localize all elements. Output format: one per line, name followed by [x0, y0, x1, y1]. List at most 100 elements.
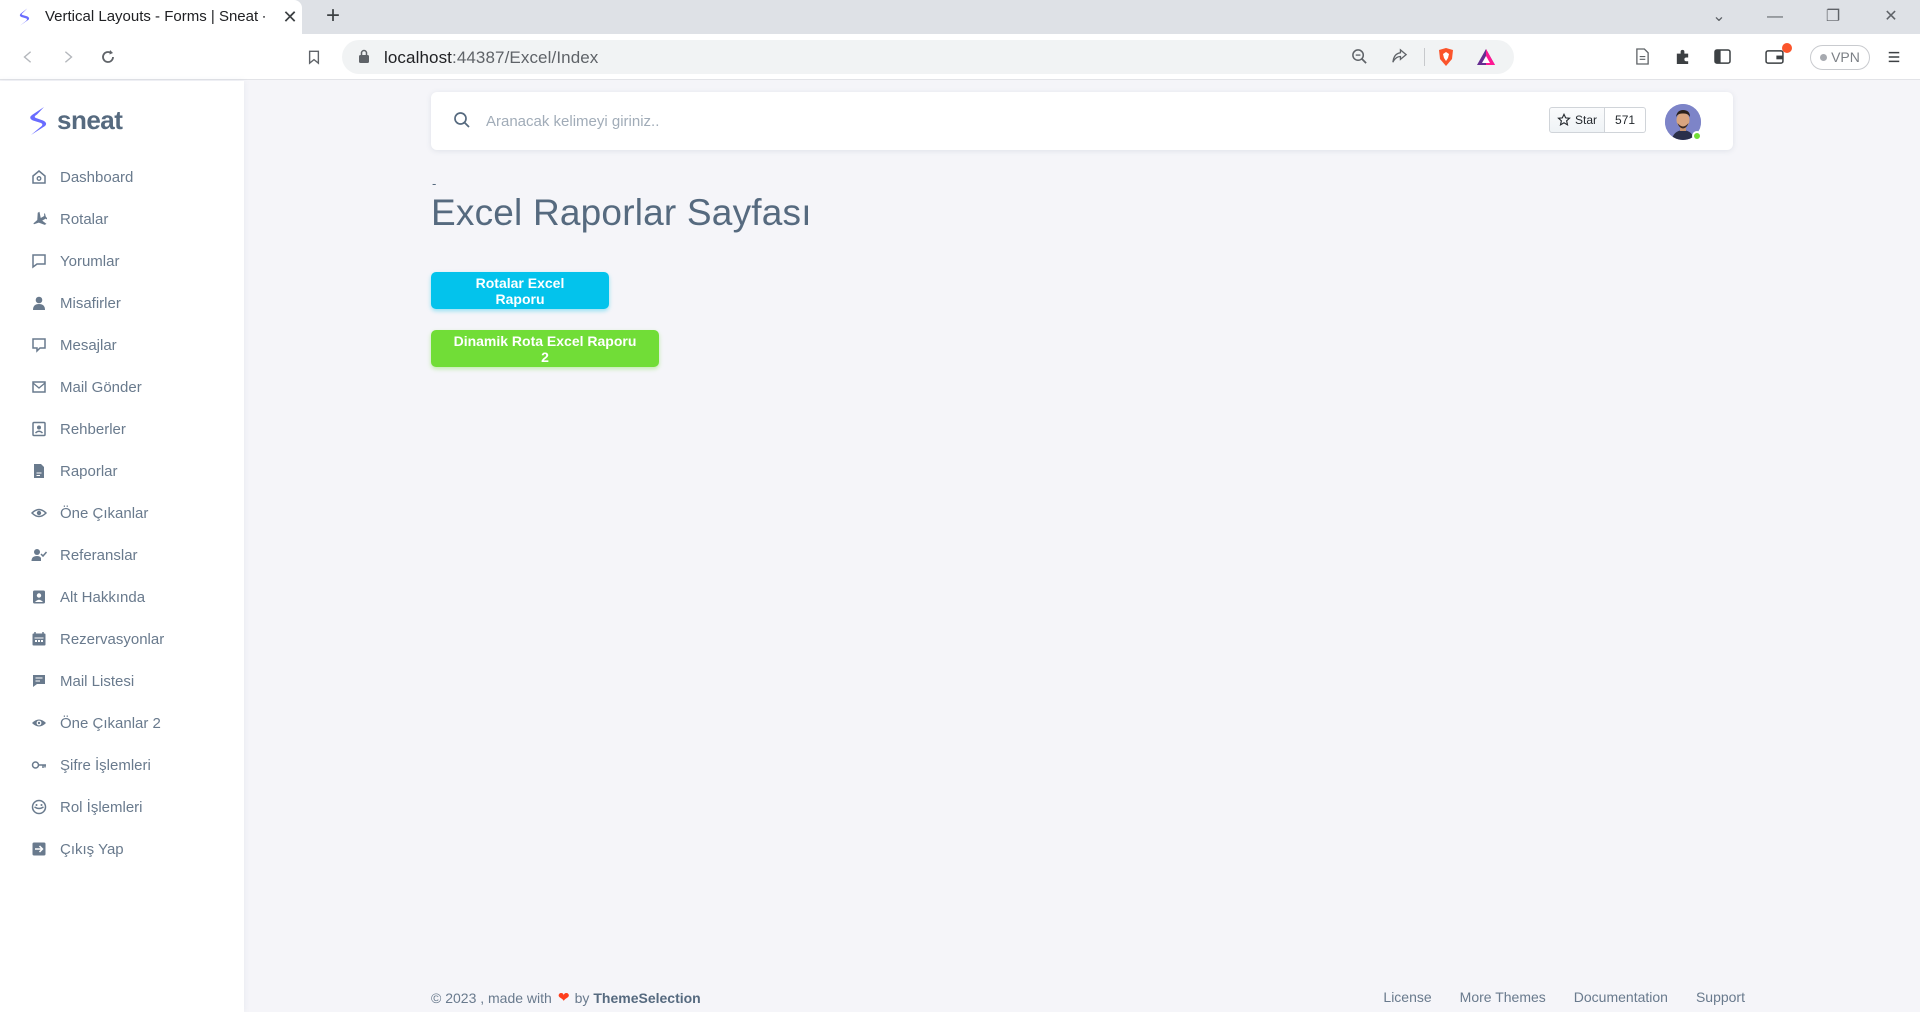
sidebar-item-label: Raporlar	[60, 462, 118, 480]
search-icon	[454, 112, 470, 128]
sidebar-item-label: Alt Hakkında	[60, 588, 146, 606]
browser-tab-bar: Vertical Layouts - Forms | Sneat - ✕ + ⌄…	[0, 0, 1920, 34]
sidebar-item-label: Rol İşlemleri	[60, 798, 143, 816]
footer-link-documentation[interactable]: Documentation	[1574, 989, 1668, 1005]
sidebar-item-label: Çıkış Yap	[60, 840, 124, 858]
browser-toolbar: localhost:44387/Excel/Index VPN	[0, 34, 1920, 80]
user-box-icon	[30, 588, 48, 606]
sidebar-item-label: Rotalar	[60, 210, 109, 228]
footer: © 2023 , made with ❤ by ThemeSelection L…	[431, 989, 1745, 1011]
user-check-icon	[30, 546, 48, 564]
file-icon	[30, 462, 48, 480]
online-status-dot	[1692, 131, 1702, 141]
sidebar: sneat Dashboard Rotalar Yorumlar Misafir…	[0, 81, 244, 1012]
footer-links: License More Themes Documentation Suppor…	[1355, 989, 1745, 1005]
sneat-favicon-icon	[19, 8, 30, 26]
sidebar-item-label: Yorumlar	[60, 252, 120, 270]
tab-title: Vertical Layouts - Forms | Sneat -	[45, 8, 265, 25]
browser-menu-icon[interactable]	[1880, 43, 1908, 71]
heart-icon: ❤	[557, 989, 570, 1005]
new-tab-button[interactable]: +	[320, 4, 346, 30]
page-title: Excel Raporlar Sayfası	[431, 192, 812, 233]
address-bar[interactable]: localhost:44387/Excel/Index	[342, 40, 1514, 74]
sidebar-item-mesajlar[interactable]: Mesajlar	[0, 324, 244, 366]
minimize-icon[interactable]: —	[1762, 4, 1788, 30]
comment-icon	[30, 252, 48, 270]
tab-close-icon[interactable]: ✕	[280, 7, 300, 27]
reader-mode-icon[interactable]	[1628, 43, 1656, 71]
sidebar-menu: Dashboard Rotalar Yorumlar Misafirler Me…	[0, 156, 244, 870]
window-close-icon[interactable]: ✕	[1878, 4, 1904, 30]
sidebar-item-one-cikanlar-2[interactable]: Öne Çıkanlar 2	[0, 702, 244, 744]
sneat-logo-icon	[30, 106, 47, 135]
vpn-status-dot	[1820, 54, 1828, 61]
extensions-icon[interactable]	[1668, 43, 1696, 71]
sidebar-item-rotalar[interactable]: Rotalar	[0, 198, 244, 240]
footer-link-support[interactable]: Support	[1696, 989, 1745, 1005]
vpn-label: VPN	[1831, 49, 1860, 65]
sidebar-item-rezervasyonlar[interactable]: Rezervasyonlar	[0, 618, 244, 660]
sidebar-item-label: Şifre İşlemleri	[60, 756, 151, 774]
sidebar-item-misafirler[interactable]: Misafirler	[0, 282, 244, 324]
forward-icon[interactable]	[54, 43, 82, 71]
omnibox-divider	[1424, 48, 1425, 66]
sidebar-item-label: Mesajlar	[60, 336, 117, 354]
eye-filled-icon	[30, 714, 48, 732]
dynamic-route-excel-report-button[interactable]: Dinamik Rota Excel Raporu 2	[431, 330, 659, 367]
sidebar-item-rehberler[interactable]: Rehberler	[0, 408, 244, 450]
url-text: localhost:44387/Excel/Index	[384, 48, 599, 67]
sidebar-item-label: Öne Çıkanlar	[60, 504, 149, 522]
search-input[interactable]	[486, 106, 1186, 136]
footer-by: by	[574, 989, 590, 1006]
sidebar-icon[interactable]	[1708, 43, 1736, 71]
vpn-button[interactable]: VPN	[1810, 45, 1870, 70]
footer-link-more-themes[interactable]: More Themes	[1460, 989, 1546, 1005]
browser-tab[interactable]: Vertical Layouts - Forms | Sneat - ✕	[0, 0, 302, 34]
key-icon	[30, 756, 48, 774]
footer-copyright: © 2023 , made with ❤ by ThemeSelection	[431, 989, 701, 1006]
user-icon	[30, 294, 48, 312]
sidebar-item-referanslar[interactable]: Referanslar	[0, 534, 244, 576]
sidebar-item-cikis-yap[interactable]: Çıkış Yap	[0, 828, 244, 870]
calendar-icon	[30, 630, 48, 648]
restore-icon[interactable]: ❐	[1820, 4, 1846, 30]
sidebar-item-mail-gonder[interactable]: Mail Gönder	[0, 366, 244, 408]
plane-icon	[30, 210, 48, 228]
github-star-button[interactable]: Star	[1549, 107, 1606, 133]
message-square-icon	[30, 672, 48, 690]
sidebar-item-sifre-islemleri[interactable]: Şifre İşlemleri	[0, 744, 244, 786]
sidebar-item-label: Mail Listesi	[60, 672, 135, 690]
brand[interactable]: sneat	[28, 105, 123, 136]
lock-icon	[359, 49, 369, 63]
reload-icon[interactable]	[94, 43, 122, 71]
logout-icon	[30, 840, 48, 858]
sidebar-item-raporlar[interactable]: Raporlar	[0, 450, 244, 492]
routes-excel-report-button[interactable]: Rotalar Excel Raporu	[431, 272, 609, 309]
sidebar-item-yorumlar[interactable]: Yorumlar	[0, 240, 244, 282]
sidebar-item-label: Mail Gönder	[60, 378, 142, 396]
sidebar-item-dashboard[interactable]: Dashboard	[0, 156, 244, 198]
sidebar-item-one-cikanlar[interactable]: Öne Çıkanlar	[0, 492, 244, 534]
zoom-icon[interactable]	[1346, 44, 1372, 70]
brave-shields-icon[interactable]	[1433, 44, 1459, 70]
share-icon[interactable]	[1386, 44, 1412, 70]
sidebar-item-label: Misafirler	[60, 294, 121, 312]
message-icon	[30, 336, 48, 354]
sidebar-item-mail-listesi[interactable]: Mail Listesi	[0, 660, 244, 702]
brave-rewards-icon[interactable]	[1473, 44, 1499, 70]
tab-search-icon[interactable]: ⌄	[1706, 4, 1732, 30]
sidebar-item-rol-islemleri[interactable]: Rol İşlemleri	[0, 786, 244, 828]
back-icon[interactable]	[14, 43, 42, 71]
footer-brand-link[interactable]: ThemeSelection	[593, 990, 700, 1006]
github-star-count[interactable]: 571	[1605, 107, 1647, 133]
bookmark-icon[interactable]	[300, 43, 328, 71]
sidebar-item-label: Öne Çıkanlar 2	[60, 714, 161, 732]
wallet-notification-badge	[1782, 43, 1792, 53]
home-icon	[30, 168, 48, 186]
top-navbar: Star 571	[431, 92, 1733, 150]
footer-link-license[interactable]: License	[1383, 989, 1431, 1005]
sidebar-item-label: Dashboard	[60, 168, 134, 186]
sidebar-item-alt-hakkinda[interactable]: Alt Hakkında	[0, 576, 244, 618]
github-star-label: Star	[1575, 113, 1598, 127]
github-star-widget: Star 571	[1549, 107, 1647, 133]
